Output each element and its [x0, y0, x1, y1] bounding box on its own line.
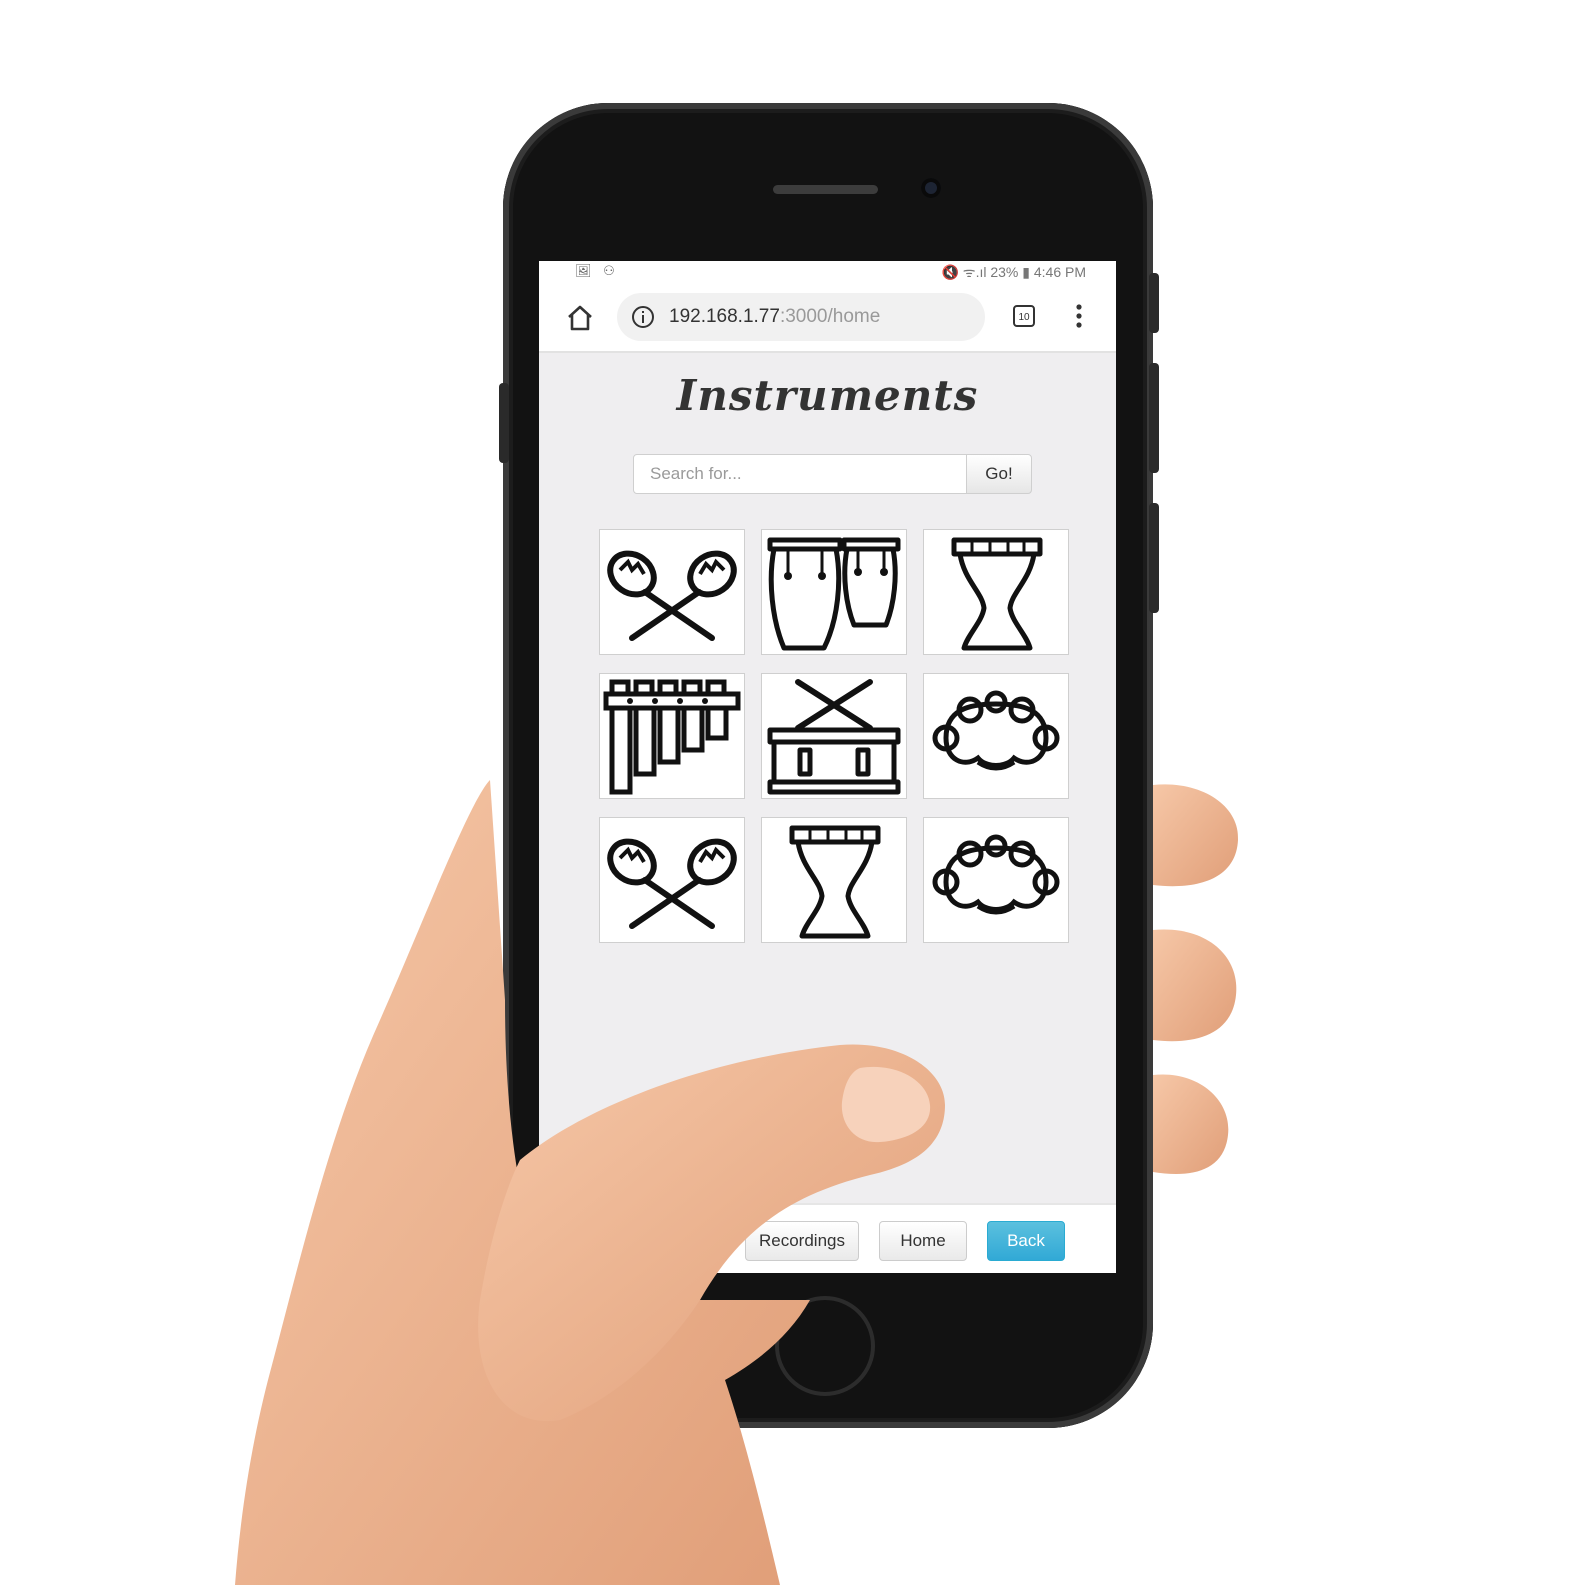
djembe-icon — [951, 537, 1043, 651]
instrument-tile-djembe[interactable] — [923, 529, 1069, 655]
search-group: Go! — [633, 454, 1033, 494]
tambourine-icon — [932, 690, 1060, 771]
side-button — [1149, 273, 1159, 333]
go-button[interactable]: Go! — [966, 454, 1032, 494]
instrument-tile-tambourine[interactable] — [923, 673, 1069, 799]
url-host: 192.168.1.77 — [669, 306, 780, 327]
side-button — [1149, 363, 1159, 473]
marimba-icon — [603, 679, 741, 795]
bottom-nav: Recordings Home Back — [539, 1203, 1116, 1273]
phone-frame: 🖼 ⚇ 🔇 ᯤ.ıl 23% ▮ 4:46 PM 192.168.1.77:30… — [499, 103, 1159, 1428]
maracas-icon — [607, 550, 737, 641]
instrument-tile-conga-drums[interactable] — [761, 529, 907, 655]
front-camera — [921, 178, 941, 198]
tambourine-icon — [932, 834, 1060, 915]
snare-drum-icon — [767, 679, 901, 795]
status-bar: 🖼 ⚇ 🔇 ᯤ.ıl 23% ▮ 4:46 PM — [539, 261, 1116, 283]
djembe-icon — [789, 825, 881, 939]
home-button[interactable]: Home — [879, 1221, 967, 1261]
info-icon[interactable] — [631, 305, 655, 329]
tab-switcher-icon[interactable]: 10 — [1011, 303, 1037, 329]
instrument-tile-maracas[interactable] — [599, 817, 745, 943]
overflow-menu-icon[interactable] — [1074, 301, 1084, 331]
instrument-tile-djembe[interactable] — [761, 817, 907, 943]
status-notification-icons: 🖼 ⚇ — [575, 263, 619, 278]
maracas-icon — [607, 838, 737, 929]
url-text: 192.168.1.77:3000/home — [669, 306, 880, 328]
instrument-tile-tambourine[interactable] — [923, 817, 1069, 943]
earpiece-speaker — [773, 185, 878, 194]
search-input[interactable] — [633, 454, 967, 494]
tab-count: 10 — [1018, 312, 1030, 323]
home-icon[interactable] — [563, 301, 597, 335]
instrument-tile-snare-drum[interactable] — [761, 673, 907, 799]
back-button[interactable]: Back — [987, 1221, 1065, 1261]
recordings-button[interactable]: Recordings — [745, 1221, 859, 1261]
browser-toolbar: 192.168.1.77:3000/home 10 — [539, 283, 1116, 353]
side-button — [1149, 503, 1159, 613]
instrument-tile-maracas[interactable] — [599, 529, 745, 655]
instrument-grid — [599, 529, 1069, 944]
hardware-home-button[interactable] — [775, 1296, 875, 1396]
instrument-tile-marimba[interactable] — [599, 673, 745, 799]
address-bar[interactable]: 192.168.1.77:3000/home — [617, 293, 985, 341]
side-button — [499, 383, 509, 463]
page-title: Instruments — [676, 371, 979, 420]
conga-drums-icon — [767, 537, 901, 651]
phone-screen: 🖼 ⚇ 🔇 ᯤ.ıl 23% ▮ 4:46 PM 192.168.1.77:30… — [539, 261, 1116, 1273]
url-path: :3000/home — [779, 306, 881, 327]
status-indicators: 🔇 ᯤ.ıl 23% ▮ 4:46 PM — [941, 264, 1086, 280]
